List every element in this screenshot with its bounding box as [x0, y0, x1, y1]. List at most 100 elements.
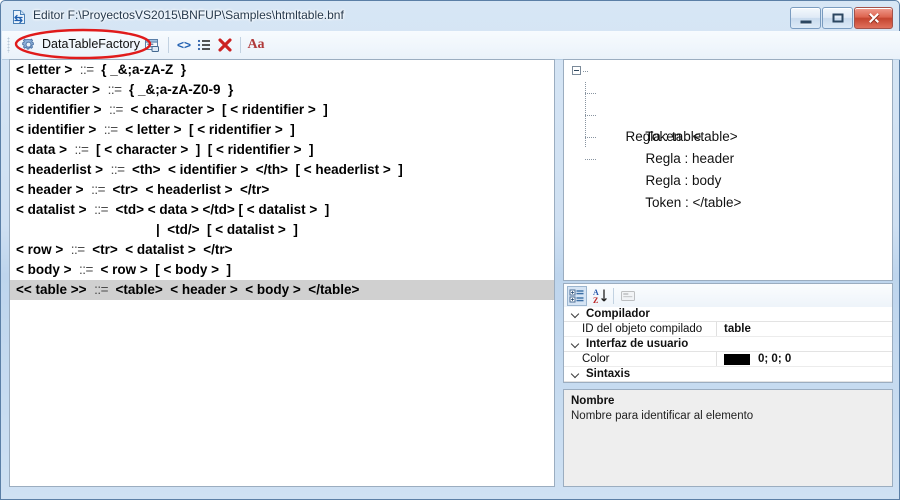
chevron-down-icon[interactable]	[572, 341, 579, 345]
bnf-editor[interactable]: < letter > ::= { _&;a-zA-Z } < character …	[9, 59, 555, 487]
rule-lhs: < datalist >	[16, 202, 87, 217]
toolbar-object-label: DataTableFactory	[42, 37, 140, 51]
tree-collapse-icon[interactable]	[572, 66, 581, 75]
property-value[interactable]: table	[724, 322, 751, 337]
property-row[interactable]: Nombre table	[564, 382, 892, 383]
tree-child-node[interactable]: Regla : body	[564, 126, 892, 188]
rule-lhs: << table >>	[16, 282, 87, 297]
form-designer-icon[interactable]	[142, 35, 162, 55]
code-view-icon[interactable]: <>	[174, 35, 194, 55]
rule-assign-operator: ::=	[70, 242, 85, 257]
maximize-icon	[832, 13, 843, 23]
tree-root-node[interactable]: Regla : table	[564, 60, 892, 144]
column-divider	[716, 322, 717, 337]
rule-assign-operator: ::=	[109, 102, 123, 117]
property-category-header[interactable]: Interfaz de usuario	[564, 337, 892, 352]
bnf-rule-line[interactable]: < row > ::= <tr> < datalist > </tr>	[10, 240, 554, 260]
toolbar-grip[interactable]	[7, 37, 10, 53]
list-view-icon[interactable]	[194, 35, 214, 55]
bnf-rule-line[interactable]: | <td/> [ < datalist > ]	[10, 220, 554, 240]
rule-lhs: < header >	[16, 182, 84, 197]
color-swatch[interactable]	[724, 354, 750, 365]
property-row[interactable]: ID del objeto compilado table	[564, 322, 892, 337]
font-glyph: Aa	[247, 37, 265, 52]
property-value[interactable]: table	[724, 382, 751, 383]
bnf-rule-line[interactable]: < datalist > ::= <td> < data > </td> [ <…	[10, 200, 554, 220]
right-column: Regla : table Token : <table> Regla : he…	[563, 59, 893, 487]
rule-rhs: < character > [ < ridentifier > ]	[130, 102, 328, 117]
property-description-pane: Nombre Nombre para identificar al elemen…	[563, 389, 893, 487]
bnf-rule-line[interactable]: < headerlist > ::= <th> < identifier > <…	[10, 160, 554, 180]
tree-connector-dash	[585, 159, 597, 160]
bnf-rule-line[interactable]: < body > ::= < row > [ < body > ]	[10, 260, 554, 280]
rule-rhs: { _&;a-zA-Z }	[101, 62, 186, 77]
tree-connector-dash	[585, 137, 597, 138]
description-text: Nombre para identificar al elemento	[571, 410, 754, 422]
bnf-rule-line[interactable]: < ridentifier > ::= < character > [ < ri…	[10, 100, 554, 120]
bnf-rule-line[interactable]: << table >> ::= <table> < header > < bod…	[10, 280, 554, 300]
rule-rhs: | <td/> [ < datalist > ]	[156, 222, 298, 237]
category-label: Compilador	[586, 308, 650, 320]
rule-lhs: < ridentifier >	[16, 102, 102, 117]
property-category-header[interactable]: Sintaxis	[564, 367, 892, 382]
rule-rhs: <td> < data > </td> [ < datalist > ]	[115, 202, 330, 217]
tree-child-node[interactable]: Regla : header	[564, 104, 892, 166]
rule-assign-operator: ::=	[74, 142, 89, 157]
rule-lhs: < identifier >	[16, 122, 97, 137]
property-value[interactable]: 0; 0; 0	[758, 352, 791, 367]
window-title: Editor F:\ProyectosVS2015\BNFUP\Samples\…	[33, 8, 344, 22]
title-bar: Editor F:\ProyectosVS2015\BNFUP\Samples\…	[1, 1, 899, 31]
tree-child-node[interactable]: Token : <table>	[564, 82, 892, 144]
toolbar-separator	[168, 37, 169, 53]
bnf-rule-line[interactable]: < data > ::= [ < character > ] [ < riden…	[10, 140, 554, 160]
bnf-rule-line[interactable]: < identifier > ::= < letter > [ < rident…	[10, 120, 554, 140]
tree-node-label: Regla : body	[645, 173, 722, 188]
property-row[interactable]: Color 0; 0; 0	[564, 352, 892, 367]
alphabetical-sort-icon[interactable]: A Z	[590, 286, 610, 306]
property-pages-icon	[618, 286, 638, 306]
rule-lhs: < headerlist >	[16, 162, 104, 177]
editor-window: Editor F:\ProyectosVS2015\BNFUP\Samples\…	[0, 0, 900, 500]
rule-assign-operator: ::=	[79, 262, 93, 277]
property-name: Color	[582, 353, 610, 365]
toolbar-separator	[613, 288, 614, 304]
close-icon	[868, 12, 880, 24]
rule-tree-view[interactable]: Regla : table Token : <table> Regla : he…	[563, 59, 893, 281]
toolbar: DataTableFactory <> Aa	[2, 31, 900, 60]
category-label: Sintaxis	[586, 368, 631, 380]
chevron-down-icon[interactable]	[572, 371, 579, 375]
rule-assign-operator: ::=	[79, 62, 94, 77]
bnf-rule-line[interactable]: < letter > ::= { _&;a-zA-Z }	[10, 60, 554, 80]
rule-rhs: < letter > [ < ridentifier > ]	[125, 122, 295, 137]
property-name: ID del objeto compilado	[582, 323, 703, 335]
column-divider	[716, 382, 717, 383]
tree-child-node[interactable]: Token : </table>	[564, 148, 892, 210]
description-title: Nombre	[571, 395, 615, 407]
rule-assign-operator: ::=	[94, 202, 108, 217]
delete-icon[interactable]	[215, 35, 235, 55]
rule-rhs: <tr> < datalist > </tr>	[92, 242, 233, 257]
property-category-header[interactable]: Compilador	[564, 307, 892, 322]
font-icon[interactable]: Aa	[246, 35, 266, 55]
bnf-rule-line[interactable]: < character > ::= { _&;a-zA-Z0-9 }	[10, 80, 554, 100]
maximize-button[interactable]	[822, 7, 853, 29]
bnf-rule-line[interactable]: < header > ::= <tr> < headerlist > </tr>	[10, 180, 554, 200]
rule-lhs: < body >	[16, 262, 72, 277]
gear-icon	[20, 36, 37, 53]
column-divider	[716, 352, 717, 367]
minimize-button[interactable]	[790, 7, 821, 29]
rule-rhs: <tr> < headerlist > </tr>	[112, 182, 270, 197]
close-button[interactable]	[854, 7, 893, 29]
chevron-down-icon[interactable]	[572, 311, 579, 315]
rule-rhs: < row > [ < body > ]	[100, 262, 231, 277]
tree-connector-dash	[583, 71, 589, 72]
categorized-view-icon[interactable]	[567, 286, 587, 306]
property-grid[interactable]: Compilador ID del objeto compilado table…	[563, 307, 893, 383]
rule-rhs: [ < character > ] [ < ridentifier > ]	[95, 142, 314, 157]
rule-assign-operator: ::=	[110, 162, 125, 177]
rule-lhs: < letter >	[16, 62, 73, 77]
bnf-document-icon	[11, 9, 27, 25]
rule-assign-operator: ::=	[103, 122, 118, 137]
tree-connector-dash	[585, 115, 597, 116]
rule-lhs: < character >	[16, 82, 101, 97]
